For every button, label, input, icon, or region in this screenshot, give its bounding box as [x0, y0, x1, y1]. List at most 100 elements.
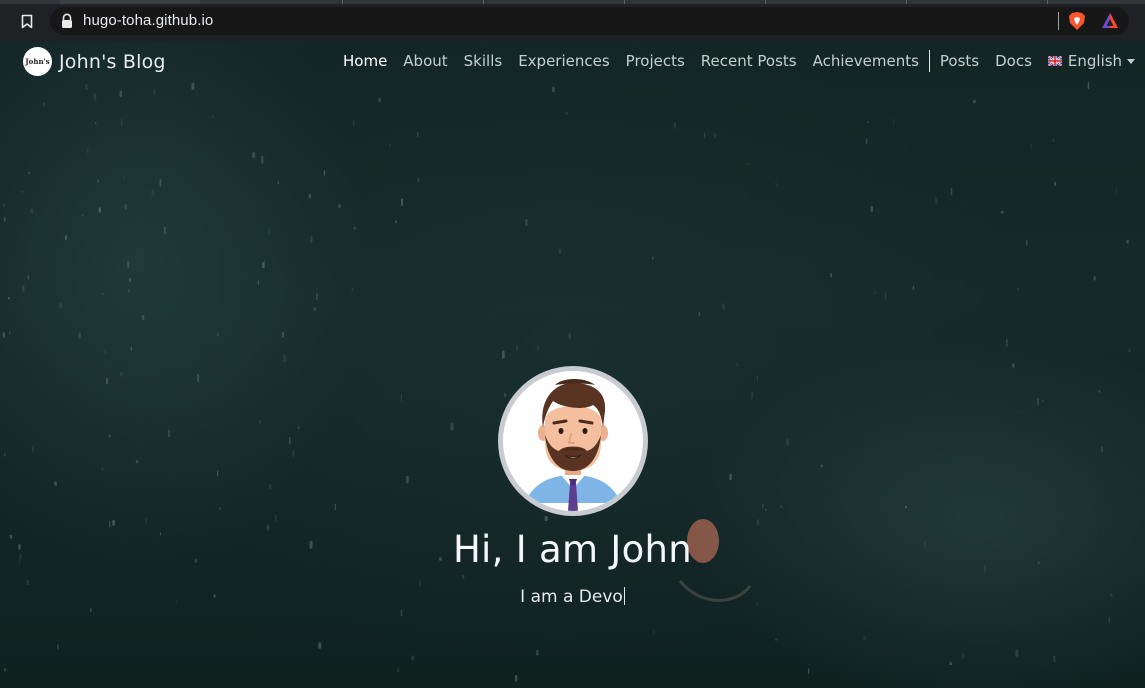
water-speckle	[514, 675, 518, 682]
water-speckle	[1052, 139, 1055, 142]
lock-icon[interactable]	[60, 13, 74, 29]
water-speckle	[97, 178, 99, 184]
brand-logo[interactable]: John's	[23, 47, 52, 76]
typing-text: I am a Devo	[520, 587, 623, 607]
brand-name[interactable]: John's Blog	[59, 51, 166, 73]
nav-item-projects[interactable]: Projects	[618, 52, 693, 70]
water-speckle	[949, 662, 952, 666]
water-speckle	[164, 226, 166, 235]
water-speckle	[1087, 82, 1090, 90]
hero-subtitle: I am a Devo	[0, 586, 1145, 608]
water-speckle	[353, 226, 356, 230]
water-speckle	[389, 143, 391, 147]
tab-separator	[342, 0, 343, 4]
water-speckle	[281, 332, 285, 338]
hero-title: Hi, I am John	[452, 528, 693, 571]
water-speckle	[120, 119, 123, 127]
water-speckle	[1108, 617, 1110, 624]
water-speckle	[318, 642, 322, 649]
water-speckle	[1017, 287, 1019, 290]
water-speckle	[124, 204, 127, 210]
water-speckle	[1000, 211, 1004, 214]
nav-item-about[interactable]: About	[395, 52, 455, 70]
water-speckle	[351, 287, 354, 292]
water-speckle	[537, 345, 539, 350]
water-speckle	[102, 292, 104, 296]
water-speckle	[1115, 187, 1117, 195]
typing-cursor	[623, 587, 625, 605]
water-speckle	[1026, 239, 1028, 246]
water-speckle	[866, 121, 869, 123]
water-speckle	[1054, 181, 1057, 187]
water-speckle	[652, 629, 655, 635]
water-speckle	[308, 193, 312, 199]
water-speckle	[263, 258, 265, 262]
url-text[interactable]: hugo-toha.github.io	[83, 11, 213, 31]
nav-item-experiences[interactable]: Experiences	[510, 52, 617, 70]
water-speckle	[3, 203, 5, 208]
water-speckle	[338, 204, 341, 208]
water-speckle	[310, 236, 313, 243]
water-speckle	[128, 289, 130, 292]
water-speckle	[212, 115, 214, 119]
water-speckle	[565, 112, 568, 115]
caret-down-icon[interactable]	[1127, 58, 1136, 64]
water-speckle	[352, 120, 355, 126]
water-speckle	[698, 311, 700, 316]
tab-separator	[765, 0, 766, 4]
water-speckle	[863, 635, 866, 641]
water-speckle	[558, 248, 561, 254]
water-speckle	[119, 90, 123, 97]
water-speckle	[216, 332, 219, 337]
language-label[interactable]: English	[1068, 52, 1122, 70]
water-speckle	[81, 214, 84, 217]
water-speckle	[714, 132, 716, 138]
nav-item-skills[interactable]: Skills	[456, 52, 511, 70]
nav-item-recent-posts[interactable]: Recent Posts	[693, 52, 805, 70]
water-speckle	[262, 261, 265, 268]
water-speckle	[1128, 348, 1131, 353]
nav-item-home[interactable]: Home	[335, 52, 395, 70]
water-speckle	[252, 152, 256, 159]
water-speckle	[1006, 339, 1008, 347]
water-speckle	[775, 182, 778, 186]
water-speckle	[151, 189, 155, 196]
water-speckle	[57, 644, 59, 650]
water-speckle	[98, 207, 101, 213]
address-bar[interactable]: hugo-toha.github.io	[50, 7, 1129, 35]
brave-shields-icon[interactable]	[1068, 11, 1086, 31]
water-speckle	[8, 331, 11, 334]
water-speckle	[525, 219, 528, 227]
water-speckle	[400, 609, 403, 617]
water-speckle	[78, 332, 81, 339]
brave-rewards-icon[interactable]	[1101, 12, 1119, 29]
water-speckle	[87, 146, 89, 154]
water-speckle	[1053, 655, 1056, 663]
top-navbar: John's John's Blog Home About Skills Exp…	[0, 41, 1145, 81]
water-speckle	[703, 132, 706, 139]
water-speckle	[870, 206, 873, 212]
browser-toolbar: hugo-toha.github.io	[0, 0, 1145, 41]
nav-item-achievements[interactable]: Achievements	[805, 52, 927, 70]
brand-logo-text: John's	[25, 57, 50, 66]
water-speckle	[127, 261, 130, 269]
water-speckle	[411, 655, 414, 660]
water-speckle	[1015, 649, 1019, 657]
water-speckle	[536, 650, 539, 656]
water-speckle	[747, 162, 750, 166]
language-dropdown[interactable]: English	[1040, 52, 1136, 70]
nav-item-docs[interactable]: Docs	[987, 52, 1040, 70]
water-speckle	[28, 171, 31, 174]
water-speckle	[93, 93, 97, 101]
water-speckle	[934, 197, 938, 204]
bookmark-icon[interactable]	[16, 10, 38, 32]
brand-link[interactable]: John's John's Blog	[23, 47, 166, 76]
nav-item-posts[interactable]: Posts	[932, 52, 987, 70]
water-speckle	[912, 285, 915, 290]
avatar	[497, 366, 648, 516]
water-speckle	[277, 180, 279, 185]
active-tab[interactable]	[60, 0, 200, 4]
water-speckle	[808, 668, 810, 675]
water-speckle	[4, 668, 6, 672]
water-speckle	[104, 349, 106, 355]
